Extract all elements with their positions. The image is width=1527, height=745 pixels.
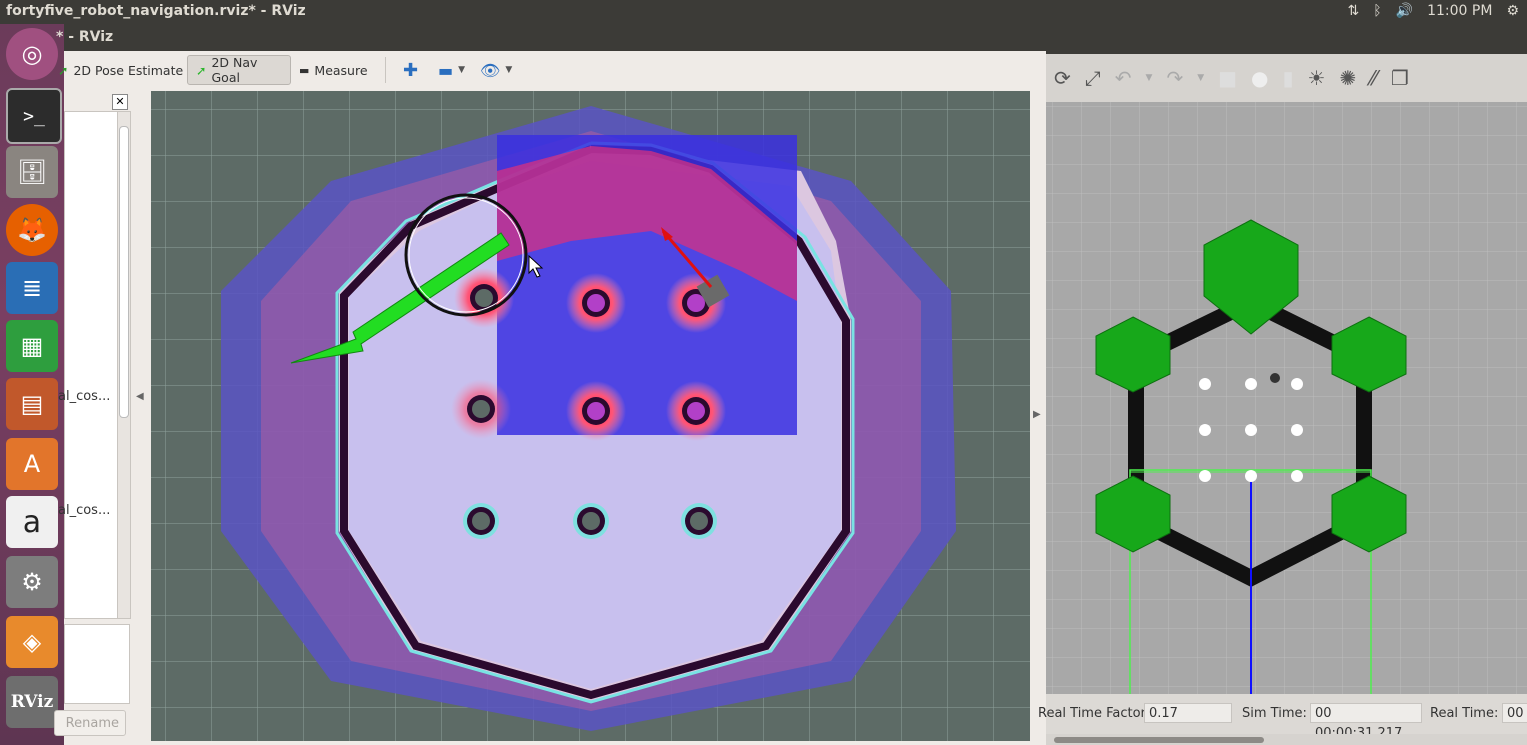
redo-dropdown-icon[interactable]: ▼ bbox=[1197, 73, 1204, 83]
toolbar-divider bbox=[385, 57, 386, 83]
scale-icon[interactable]: ⤢ bbox=[1085, 66, 1101, 90]
settings-icon[interactable]: ⚙ bbox=[1506, 3, 1519, 19]
real-time-label: Real Time: bbox=[1430, 706, 1499, 721]
displays-tree[interactable] bbox=[64, 111, 118, 619]
box-shape-icon[interactable]: ■ bbox=[1218, 66, 1237, 90]
displays-scrollbar[interactable] bbox=[117, 111, 131, 619]
gazebo-scene[interactable] bbox=[1046, 102, 1527, 694]
rviz-icon[interactable]: RViz bbox=[6, 676, 58, 728]
impress-icon[interactable]: ▤ bbox=[6, 378, 58, 430]
rviz-window-title: * - RViz bbox=[56, 29, 114, 45]
gazebo-hscrollbar[interactable] bbox=[1046, 734, 1527, 745]
sun-light-icon[interactable]: ☀ bbox=[1308, 66, 1326, 90]
rviz-titlebar: * - RViz bbox=[56, 24, 1046, 51]
undo-icon[interactable]: ↶ bbox=[1115, 66, 1132, 90]
remove-tool-button[interactable]: ▬ ▼ bbox=[430, 55, 473, 85]
measure-label: Measure bbox=[314, 62, 368, 78]
gazebo-icon[interactable]: ◈ bbox=[6, 616, 58, 668]
minus-icon: ▬ bbox=[438, 60, 454, 80]
bluetooth-icon[interactable]: ᛒ bbox=[1373, 3, 1381, 19]
redo-icon[interactable]: ↷ bbox=[1166, 66, 1183, 90]
writer-icon[interactable]: ≣ bbox=[6, 262, 58, 314]
pose-arrow-icon: ➚ bbox=[58, 62, 69, 78]
gazebo-titlebar bbox=[1046, 24, 1527, 54]
sim-time-value: 00 00:00:31.217 bbox=[1310, 703, 1422, 741]
sphere-shape-icon[interactable]: ● bbox=[1251, 66, 1268, 90]
terminal-icon[interactable]: >_ bbox=[6, 88, 62, 144]
network-icon[interactable]: ⇅ bbox=[1348, 3, 1360, 19]
copy-icon[interactable]: ❐ bbox=[1391, 66, 1409, 90]
nav-goal-arrow-icon: ➚ bbox=[196, 62, 207, 78]
view-options-button[interactable]: 👁 ▼ bbox=[472, 55, 520, 85]
scrollbar-thumb[interactable] bbox=[119, 126, 129, 418]
clock[interactable]: 11:00 PM bbox=[1427, 3, 1492, 19]
measure-tool[interactable]: ▬ Measure bbox=[291, 55, 376, 85]
spot-light-icon[interactable]: ⁄⁄ bbox=[1370, 66, 1377, 90]
firefox-icon[interactable]: 🦊 bbox=[6, 204, 58, 256]
rviz-window: * - RViz ➚ 2D Pose Estimate ➚ 2D Nav Goa… bbox=[54, 24, 1046, 745]
display-item-global-costmap[interactable]: al_cos... bbox=[58, 389, 110, 404]
system-settings-icon[interactable]: ⚙ bbox=[6, 556, 58, 608]
rtf-value: 0.17 bbox=[1144, 703, 1232, 723]
software-center-icon[interactable]: A bbox=[6, 438, 58, 490]
pose-estimate-tool[interactable]: ➚ 2D Pose Estimate bbox=[50, 55, 191, 85]
sim-time-label: Sim Time: bbox=[1242, 706, 1307, 721]
calc-icon[interactable]: ▦ bbox=[6, 320, 58, 372]
launcher: ◎ >_ 🗄 🦊 ≣ ▦ ▤ A a ⚙ ◈ RViz bbox=[0, 24, 64, 745]
display-item-local-costmap[interactable]: al_cos... bbox=[58, 503, 110, 518]
close-icon[interactable]: ✕ bbox=[112, 94, 128, 110]
nav-goal-tool[interactable]: ➚ 2D Nav Goal bbox=[187, 55, 291, 85]
plus-icon: ✚ bbox=[403, 59, 419, 81]
splitter-left-arrow[interactable]: ◀ bbox=[136, 391, 144, 402]
undo-dropdown-icon[interactable]: ▼ bbox=[1146, 73, 1153, 83]
top-panel: fortyfive_robot_navigation.rviz* - RViz … bbox=[0, 0, 1527, 24]
window-title: fortyfive_robot_navigation.rviz* - RViz bbox=[6, 3, 306, 19]
gazebo-window: ⟳ ⤢ ↶ ▼ ↷ ▼ ■ ● ▮ ☀ ✺ ⁄⁄ ❐ Real Time Fac… bbox=[1038, 24, 1527, 745]
amazon-icon[interactable]: a bbox=[6, 496, 58, 548]
volume-icon[interactable]: 🔊 bbox=[1396, 3, 1413, 19]
real-time-value: 00 bbox=[1502, 703, 1527, 723]
gazebo-toolbar: ⟳ ⤢ ↶ ▼ ↷ ▼ ■ ● ▮ ☀ ✺ ⁄⁄ ❐ bbox=[1046, 54, 1527, 102]
add-tool-button[interactable]: ✚ bbox=[395, 55, 426, 85]
ruler-icon: ▬ bbox=[299, 63, 310, 77]
gazebo-render bbox=[1046, 102, 1527, 694]
chevron-down-icon: ▼ bbox=[505, 65, 513, 75]
scrollbar-thumb[interactable] bbox=[1054, 737, 1264, 743]
right-panel-collapsed[interactable]: ▶ bbox=[1030, 91, 1046, 741]
rotate-icon[interactable]: ⟳ bbox=[1054, 66, 1071, 90]
cylinder-shape-icon[interactable]: ▮ bbox=[1283, 66, 1294, 90]
costmap-render bbox=[151, 91, 1030, 741]
eye-icon: 👁 bbox=[480, 60, 501, 80]
point-light-icon[interactable]: ✺ bbox=[1339, 66, 1356, 90]
rviz-3d-view[interactable] bbox=[151, 91, 1030, 741]
rviz-toolbar: ➚ 2D Pose Estimate ➚ 2D Nav Goal ▬ Measu… bbox=[58, 51, 1046, 91]
nav-goal-label: 2D Nav Goal bbox=[211, 55, 258, 85]
pose-estimate-label: 2D Pose Estimate bbox=[73, 62, 184, 78]
rtf-label: Real Time Factor: bbox=[1038, 706, 1151, 721]
splitter-right-arrow[interactable]: ▶ bbox=[1033, 409, 1041, 420]
files-icon[interactable]: 🗄 bbox=[6, 146, 58, 198]
system-tray: ⇅ ᛒ 🔊 11:00 PM ⚙ bbox=[1348, 3, 1519, 19]
rename-button[interactable]: Rename bbox=[54, 710, 126, 736]
gazebo-status-bar: Real Time Factor: 0.17 Sim Time: 00 00:0… bbox=[1038, 694, 1527, 741]
chevron-down-icon: ▼ bbox=[458, 65, 466, 75]
displays-panel: ✕ al_cos... al_cos... ◀ Rename bbox=[54, 91, 151, 745]
description-area bbox=[64, 624, 130, 704]
